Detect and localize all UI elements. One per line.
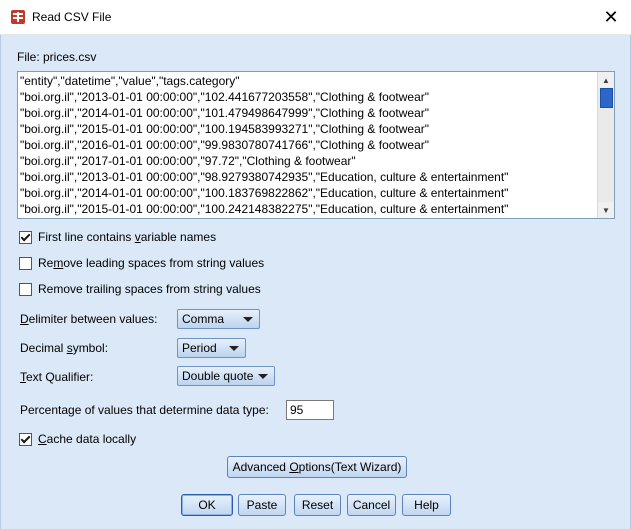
cache-data-option[interactable]: Cache data locally [19,432,136,446]
close-icon: ✕ [603,6,619,27]
paste-button[interactable]: Paste [238,494,286,516]
first-line-names-option[interactable]: First line contains variable names [19,230,216,244]
preview-line: "boi.org.il","2015-01-01 00:00:00","100.… [20,122,430,136]
first-line-names-checkbox[interactable] [19,230,32,244]
remove-leading-label: Remove leading spaces from string values [38,256,265,270]
qualifier-select[interactable]: Double quote [177,366,275,386]
reset-button[interactable]: Reset [294,494,341,516]
delimiter-value: Comma [182,312,225,326]
delimiter-label: Delimiter between values: [20,312,158,326]
scroll-down-icon[interactable]: ▼ [598,202,614,218]
qualifier-label: Text Qualifier: [20,370,94,384]
qualifier-value: Double quote [182,369,254,383]
preview-line: "boi.org.il","2014-01-01 00:00:00","101.… [20,106,430,120]
delimiter-select[interactable]: Comma [177,309,260,329]
remove-leading-option[interactable]: Remove leading spaces from string values [19,256,264,270]
preview-lines: "entity","datetime","value","tags.catego… [20,73,600,217]
cache-data-label: Cache data locally [38,432,137,446]
decimal-label: Decimal symbol: [20,341,109,355]
dialog-body: File: prices.csv "entity","datetime","va… [0,35,631,529]
remove-trailing-label: Remove trailing spaces from string value… [38,282,261,296]
cache-data-checkbox[interactable] [19,432,32,446]
preview-line: "boi.org.il","2016-01-01 00:00:00","99.9… [20,138,430,152]
remove-leading-checkbox[interactable] [19,256,32,270]
file-label: File: prices.csv [17,50,97,64]
preview-line: "boi.org.il","2014-01-01 00:00:00","100.… [20,186,509,200]
preview-line: "boi.org.il","2013-01-01 00:00:00","98.9… [20,170,509,184]
spss-app-icon [11,10,25,24]
scroll-thumb[interactable] [600,88,613,108]
decimal-select[interactable]: Period [177,338,246,358]
chevron-down-icon [258,374,268,379]
preview-line: "boi.org.il","2015-01-01 00:00:00","100.… [20,202,509,216]
chevron-down-icon [229,346,239,351]
close-button[interactable]: ✕ [591,0,631,34]
preview-line: "boi.org.il","2013-01-01 00:00:00","102.… [20,90,430,104]
remove-trailing-option[interactable]: Remove trailing spaces from string value… [19,282,261,296]
title-bar: Read CSV File ✕ [0,0,631,35]
help-button[interactable]: Help [402,494,451,516]
file-preview-list[interactable]: "entity","datetime","value","tags.catego… [17,71,615,219]
chevron-down-icon [243,317,253,322]
percentage-input[interactable]: 95 [286,400,334,420]
percentage-label: Percentage of values that determine data… [20,403,269,417]
remove-trailing-checkbox[interactable] [19,282,32,296]
preview-line: "boi.org.il","2017-01-01 00:00:00","97.7… [20,154,356,168]
advanced-options-button[interactable]: Advanced Options(Text Wizard) [227,456,407,478]
ok-button[interactable]: OK [181,494,233,516]
first-line-names-label: First line contains variable names [38,230,217,244]
vertical-scrollbar[interactable]: ▲ ▼ [597,72,614,218]
scroll-up-icon[interactable]: ▲ [598,72,614,88]
cancel-button[interactable]: Cancel [347,494,396,516]
advanced-options-label: Advanced Options(Text Wizard) [232,460,402,474]
window-title: Read CSV File [32,10,112,24]
decimal-value: Period [182,341,217,355]
preview-line: "entity","datetime","value","tags.catego… [20,74,240,88]
